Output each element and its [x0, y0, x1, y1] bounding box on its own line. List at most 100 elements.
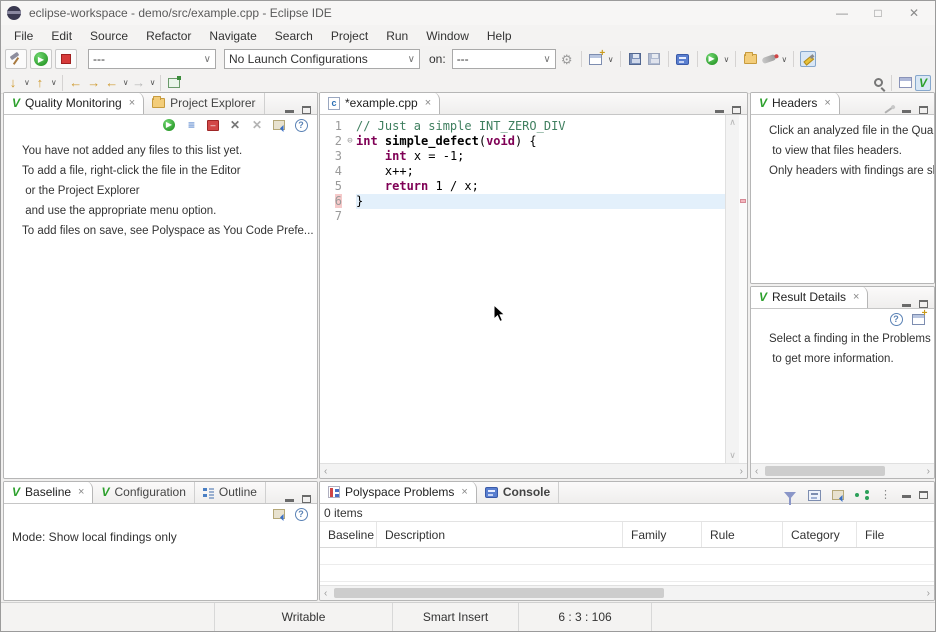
overview-mark[interactable] — [740, 199, 746, 203]
previous-annotation-button[interactable]: ↑ — [32, 75, 48, 91]
overview-ruler[interactable] — [739, 115, 747, 463]
scroll-right-icon[interactable]: › — [740, 466, 743, 477]
column-header-family[interactable]: Family — [623, 522, 702, 547]
baseline-settings-button[interactable] — [271, 506, 287, 522]
code-line[interactable]: 7 — [320, 209, 725, 224]
maximize-panel-button[interactable] — [919, 300, 928, 308]
last-edit-location-button[interactable]: ← — [68, 75, 84, 91]
maximize-panel-button[interactable] — [302, 106, 311, 114]
maximize-panel-button[interactable] — [732, 106, 741, 114]
help-button[interactable]: ? — [293, 117, 309, 133]
tab-baseline[interactable]: V Baseline × — [4, 481, 93, 503]
monitoring-settings-button[interactable] — [271, 117, 287, 133]
open-perspective-button[interactable] — [897, 75, 913, 91]
scrollbar-thumb[interactable] — [334, 588, 664, 598]
result-details-horizontal-scrollbar[interactable]: ‹ › — [751, 463, 934, 478]
forward-history-button[interactable]: → — [131, 75, 147, 91]
column-header-description[interactable]: Description — [377, 522, 623, 547]
mark-occurrences-toggle[interactable] — [800, 51, 816, 67]
menu-navigate[interactable]: Navigate — [200, 27, 265, 45]
close-icon[interactable]: × — [853, 291, 859, 303]
group-by-button[interactable] — [830, 487, 846, 503]
code-line[interactable]: 4 x++; — [320, 164, 725, 179]
tab-example-cpp[interactable]: c *example.cpp × — [320, 92, 440, 114]
remove-file-button[interactable]: – — [205, 117, 221, 133]
maximize-panel-button[interactable] — [302, 495, 311, 503]
save-all-button[interactable] — [646, 51, 662, 67]
new-wizard-menu-arrow[interactable]: ∨ — [608, 55, 614, 64]
polyspace-perspective-toggle[interactable]: V — [915, 75, 931, 91]
next-annotation-menu-arrow[interactable]: ∨ — [24, 78, 30, 87]
fold-marker-icon[interactable]: ⊖ — [344, 134, 356, 149]
new-wizard-button[interactable] — [588, 51, 604, 67]
tab-console[interactable]: Console — [477, 481, 559, 503]
code-line[interactable]: 3 int x = -1; — [320, 149, 725, 164]
link-with-editor-button[interactable] — [854, 487, 870, 503]
minimize-panel-button[interactable] — [902, 495, 911, 498]
window-close-button[interactable]: ✕ — [907, 6, 921, 20]
column-header-file[interactable]: File — [857, 522, 934, 547]
menu-edit[interactable]: Edit — [42, 27, 81, 45]
column-header-category[interactable]: Category — [783, 522, 857, 547]
launch-run-button[interactable] — [761, 51, 777, 67]
search-button[interactable] — [870, 75, 886, 91]
stop-button[interactable] — [55, 49, 77, 69]
code-line[interactable]: 1// Just a simple INT_ZERO_DIV — [320, 119, 725, 134]
launch-target-settings-button[interactable]: ⚙ — [559, 51, 575, 67]
menu-file[interactable]: File — [5, 27, 42, 45]
back-history-menu-arrow[interactable]: ∨ — [123, 78, 129, 87]
build-config-dropdown[interactable]: ---∨ — [88, 49, 216, 69]
tab-outline[interactable]: Outline — [195, 481, 266, 503]
next-annotation-button[interactable]: ↓ — [5, 75, 21, 91]
scrollbar-thumb[interactable] — [765, 466, 885, 476]
code-editor[interactable]: 1// Just a simple INT_ZERO_DIV2⊖int simp… — [320, 115, 725, 463]
scroll-right-icon[interactable]: › — [927, 588, 930, 599]
scroll-right-icon[interactable]: › — [927, 466, 930, 477]
tab-quality-monitoring[interactable]: V Quality Monitoring × — [4, 92, 144, 114]
focus-on-active-task-button[interactable] — [806, 487, 822, 503]
open-resource-button[interactable] — [742, 51, 758, 67]
clear-all-button[interactable]: ✕ — [249, 117, 265, 133]
code-line[interactable]: 5 return 1 / x; — [320, 179, 725, 194]
column-header-baseline[interactable]: Baseline — [320, 522, 377, 547]
maximize-panel-button[interactable] — [919, 106, 928, 114]
save-button[interactable] — [627, 51, 643, 67]
scroll-left-icon[interactable]: ‹ — [324, 466, 327, 477]
scroll-up-icon[interactable]: ∧ — [729, 117, 736, 128]
help-button[interactable]: ? — [888, 311, 904, 327]
tab-project-explorer[interactable]: Project Explorer — [144, 92, 264, 114]
close-icon[interactable]: × — [129, 97, 135, 109]
minimize-panel-button[interactable] — [902, 110, 911, 113]
tab-polyspace-problems[interactable]: Polyspace Problems × — [320, 481, 477, 503]
build-button[interactable] — [5, 49, 27, 69]
menu-project[interactable]: Project — [322, 27, 377, 45]
close-icon[interactable]: × — [78, 486, 84, 498]
scroll-left-icon[interactable]: ‹ — [324, 588, 327, 599]
run-last-tool-button[interactable]: ▶ — [704, 51, 720, 67]
launch-config-dropdown[interactable]: No Launch Configurations∨ — [224, 49, 420, 69]
table-row[interactable] — [320, 548, 934, 565]
open-console-button[interactable] — [675, 51, 691, 67]
forward-history-menu-arrow[interactable]: ∨ — [150, 78, 156, 87]
editor-vertical-scrollbar[interactable]: ∧ ∨ — [725, 115, 739, 463]
run-monitoring-button[interactable]: ▶ — [161, 117, 177, 133]
filter-button[interactable] — [782, 487, 798, 503]
previous-annotation-menu-arrow[interactable]: ∨ — [51, 78, 57, 87]
window-maximize-button[interactable]: □ — [871, 6, 885, 20]
launch-menu-arrow[interactable]: ∨ — [781, 55, 787, 64]
menu-run[interactable]: Run — [377, 27, 417, 45]
back-history-button[interactable]: ← — [104, 75, 120, 91]
column-header-rule[interactable]: Rule — [702, 522, 783, 547]
help-button[interactable]: ? — [293, 506, 309, 522]
clear-button[interactable]: ✕ — [227, 117, 243, 133]
minimize-panel-button[interactable] — [285, 110, 294, 113]
menu-refactor[interactable]: Refactor — [137, 27, 200, 45]
tab-result-details[interactable]: V Result Details × — [751, 286, 868, 308]
close-icon[interactable]: × — [824, 97, 830, 109]
editor-horizontal-scrollbar[interactable]: ‹ › — [320, 463, 747, 478]
code-line[interactable]: 2⊖int simple_defect(void) { — [320, 134, 725, 149]
run-analysis-button[interactable]: ▶ — [30, 49, 52, 69]
close-icon[interactable]: × — [461, 486, 467, 498]
open-in-new-window-button[interactable] — [910, 311, 926, 327]
view-menu-button[interactable]: ⋮ — [878, 487, 894, 503]
